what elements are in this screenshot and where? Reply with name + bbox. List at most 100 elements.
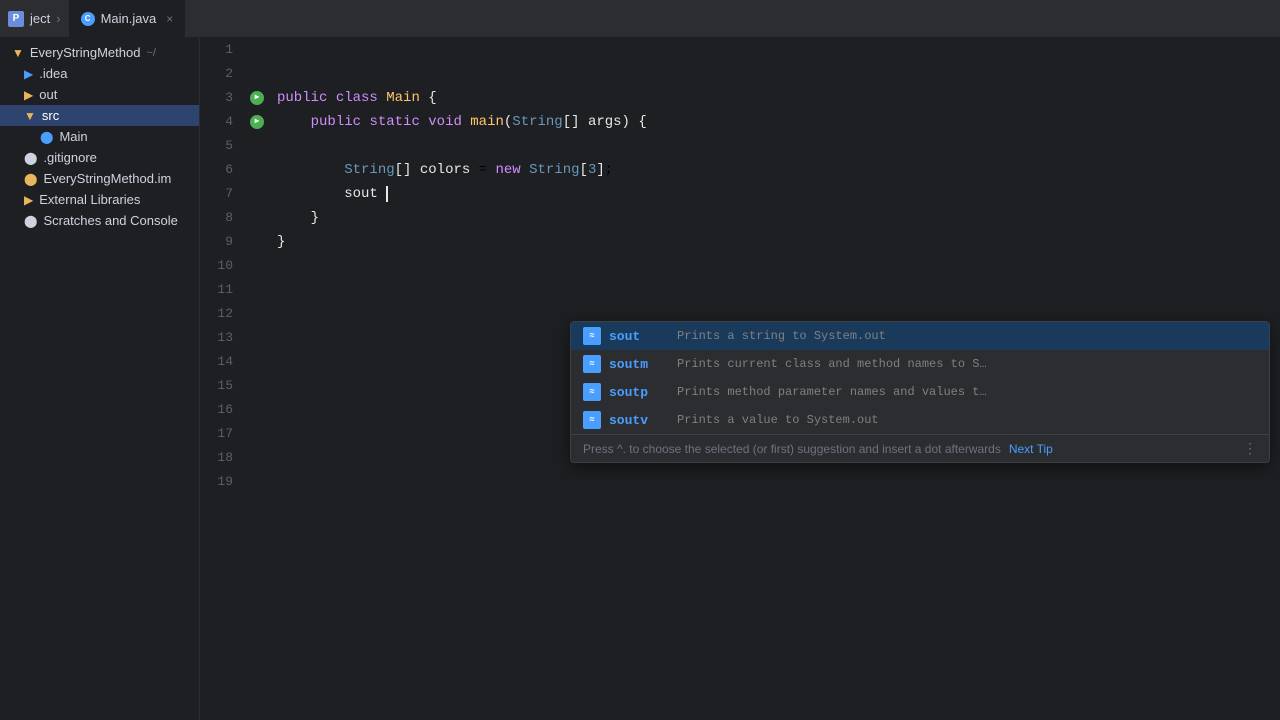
sidebar-label-scratches: Scratches and Console	[43, 213, 177, 228]
code-content-4: public static void main(String[] args) {	[269, 110, 1280, 134]
code-line-2: 2	[200, 62, 1280, 86]
autocomplete-icon-soutp: ≈	[583, 383, 601, 401]
line-num-4: 4	[200, 110, 245, 134]
sidebar-label-gitignore: .gitignore	[43, 150, 96, 165]
code-line-5: 5	[200, 134, 1280, 158]
line-num-8: 8	[200, 206, 245, 230]
autocomplete-item-soutp[interactable]: ≈ soutp Prints method parameter names an…	[571, 378, 1269, 406]
project-label: P ject ›	[8, 11, 61, 27]
autocomplete-desc-soutm: Prints current class and method names to…	[677, 357, 987, 371]
sidebar-item-gitignore[interactable]: ⬤ .gitignore	[0, 147, 199, 168]
title-bar: P ject › C Main.java ×	[0, 0, 1280, 38]
tab-bar: C Main.java ×	[61, 0, 187, 38]
autocomplete-name-soutm: soutm	[609, 357, 669, 372]
code-content-6: String[] colors = new String[3];	[269, 158, 1280, 182]
autocomplete-item-soutv[interactable]: ≈ soutv Prints a value to System.out	[571, 406, 1269, 434]
autocomplete-icon-soutv: ≈	[583, 411, 601, 429]
autocomplete-popup[interactable]: ≈ sout Prints a string to System.out ≈ s…	[570, 321, 1270, 463]
folder-icon: ▼	[12, 46, 24, 60]
line-num-15: 15	[200, 374, 245, 398]
line-num-10: 10	[200, 254, 245, 278]
code-content-7: sout	[269, 182, 1280, 206]
sidebar-item-main[interactable]: ⬤ Main	[0, 126, 199, 147]
line-num-1: 1	[200, 38, 245, 62]
line-num-14: 14	[200, 350, 245, 374]
code-line-10: 10	[200, 254, 1280, 278]
sidebar-item-project[interactable]: ▼ EveryStringMethod ~/	[0, 42, 199, 63]
line-num-17: 17	[200, 422, 245, 446]
code-content-9: }	[269, 230, 1280, 254]
code-line-6: 6 String[] colors = new String[3];	[200, 158, 1280, 182]
main-java-tab[interactable]: C Main.java ×	[69, 0, 187, 38]
sidebar-item-src[interactable]: ▼ src	[0, 105, 199, 126]
java-tab-icon: C	[81, 12, 95, 26]
run-gutter-4[interactable]: ▶	[245, 115, 269, 129]
gitignore-icon: ⬤	[24, 151, 37, 165]
run-button-3[interactable]: ▶	[250, 91, 264, 105]
sidebar-label-src: src	[42, 108, 59, 123]
next-tip-button[interactable]: Next Tip	[1009, 442, 1053, 456]
code-line-1: 1	[200, 38, 1280, 62]
more-options-icon[interactable]: ⋮	[1243, 440, 1257, 457]
sidebar: ▼ EveryStringMethod ~/ ▶ .idea ▶ out ▼ s…	[0, 38, 200, 720]
code-line-4: 4 ▶ public static void main(String[] arg…	[200, 110, 1280, 134]
sidebar-item-iml[interactable]: ⬤ EveryStringMethod.im	[0, 168, 199, 189]
code-content-8: }	[269, 206, 1280, 230]
autocomplete-item-sout[interactable]: ≈ sout Prints a string to System.out	[571, 322, 1269, 350]
sidebar-label-project: EveryStringMethod	[30, 45, 141, 60]
sidebar-label-idea: .idea	[39, 66, 67, 81]
project-icon: P	[8, 11, 24, 27]
line-num-7: 7	[200, 182, 245, 206]
code-line-9: 9 }	[200, 230, 1280, 254]
sidebar-label-main: Main	[59, 129, 87, 144]
autocomplete-desc-soutv: Prints a value to System.out	[677, 413, 879, 427]
autocomplete-name-sout: sout	[609, 329, 669, 344]
code-content-3: public class Main {	[269, 86, 1280, 110]
code-line-7: 7 sout	[200, 182, 1280, 206]
code-line-8: 8 }	[200, 206, 1280, 230]
run-gutter-3[interactable]: ▶	[245, 91, 269, 105]
autocomplete-desc-sout: Prints a string to System.out	[677, 329, 886, 343]
sidebar-item-external[interactable]: ▶ External Libraries	[0, 189, 199, 210]
project-name: ject	[30, 11, 50, 26]
code-line-3: 3 ▶ public class Main {	[200, 86, 1280, 110]
autocomplete-icon-soutm: ≈	[583, 355, 601, 373]
tab-label: Main.java	[101, 11, 157, 26]
sidebar-item-scratches[interactable]: ⬤ Scratches and Console	[0, 210, 199, 231]
line-num-12: 12	[200, 302, 245, 326]
autocomplete-footer: Press ^. to choose the selected (or firs…	[571, 434, 1269, 462]
project-path: ~/	[146, 47, 155, 59]
line-num-19: 19	[200, 470, 245, 494]
code-line-19: 19	[200, 470, 1280, 494]
sidebar-label-out: out	[39, 87, 57, 102]
src-folder-icon: ▼	[24, 109, 36, 123]
run-button-4[interactable]: ▶	[250, 115, 264, 129]
line-num-5: 5	[200, 134, 245, 158]
sidebar-item-idea[interactable]: ▶ .idea	[0, 63, 199, 84]
line-num-11: 11	[200, 278, 245, 302]
code-line-11: 11	[200, 278, 1280, 302]
line-num-18: 18	[200, 446, 245, 470]
main-area: ▼ EveryStringMethod ~/ ▶ .idea ▶ out ▼ s…	[0, 38, 1280, 720]
line-num-6: 6	[200, 158, 245, 182]
autocomplete-item-soutm[interactable]: ≈ soutm Prints current class and method …	[571, 350, 1269, 378]
line-num-2: 2	[200, 62, 245, 86]
external-icon: ▶	[24, 193, 33, 207]
line-num-13: 13	[200, 326, 245, 350]
autocomplete-name-soutp: soutp	[609, 385, 669, 400]
autocomplete-desc-soutp: Prints method parameter names and values…	[677, 385, 987, 399]
sidebar-label-iml: EveryStringMethod.im	[43, 171, 171, 186]
autocomplete-footer-text: Press ^. to choose the selected (or firs…	[583, 442, 1001, 456]
java-file-icon: ⬤	[40, 130, 53, 144]
line-num-16: 16	[200, 398, 245, 422]
tab-close-button[interactable]: ×	[166, 12, 173, 26]
autocomplete-icon-sout: ≈	[583, 327, 601, 345]
autocomplete-name-soutv: soutv	[609, 413, 669, 428]
line-num-9: 9	[200, 230, 245, 254]
scratches-icon: ⬤	[24, 214, 37, 228]
sidebar-label-external: External Libraries	[39, 192, 140, 207]
idea-icon: ▶	[24, 67, 33, 81]
sidebar-item-out[interactable]: ▶ out	[0, 84, 199, 105]
line-num-3: 3	[200, 86, 245, 110]
editor-area[interactable]: 1 2 3 ▶ public class Main {	[200, 38, 1280, 720]
